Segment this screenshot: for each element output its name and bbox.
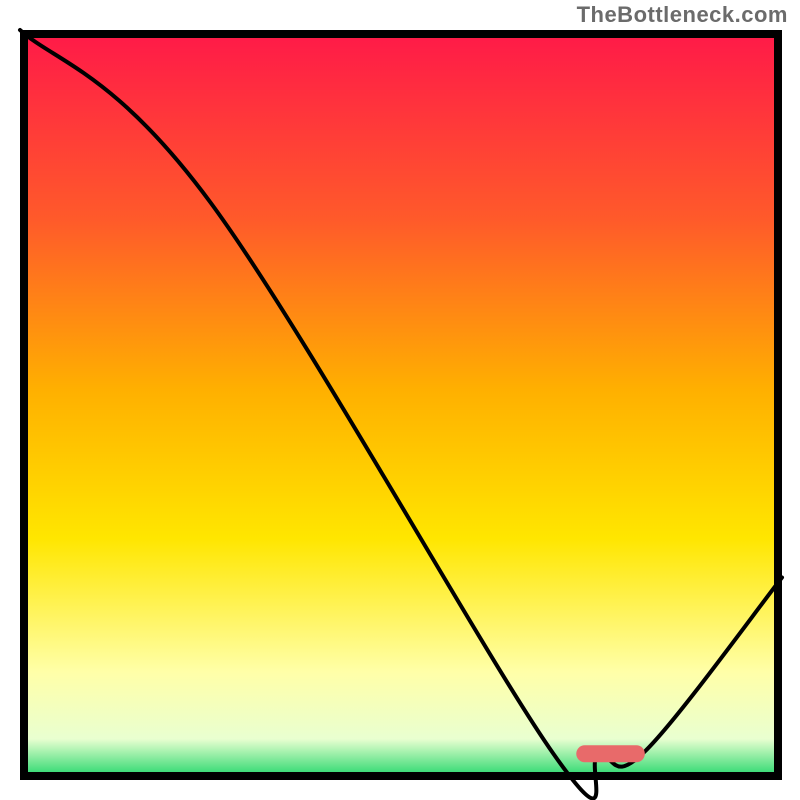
optimal-marker xyxy=(576,745,645,762)
bottleneck-chart xyxy=(0,0,800,800)
chart-container: TheBottleneck.com xyxy=(0,0,800,800)
gradient-background xyxy=(24,34,778,776)
